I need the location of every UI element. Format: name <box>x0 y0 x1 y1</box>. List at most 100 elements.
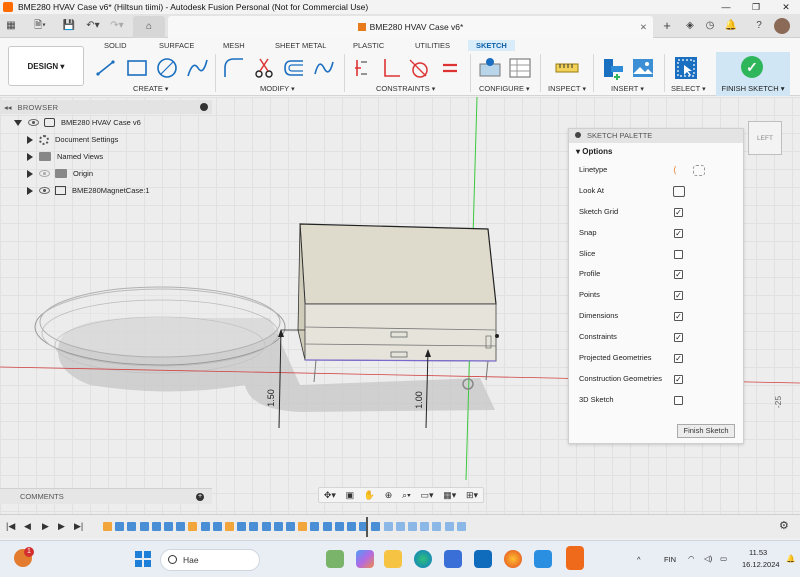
timeline-feature-icon[interactable] <box>164 522 173 531</box>
timeline-marker[interactable] <box>366 517 368 537</box>
viewports-icon[interactable]: ⊞▾ <box>466 490 478 501</box>
option-checkbox[interactable] <box>674 249 683 259</box>
finish-sketch-tool[interactable]: ✓ FINISH SKETCH ▾ <box>716 52 790 96</box>
option-checkbox[interactable]: ✓ <box>674 374 683 384</box>
timeline-feature-icon[interactable] <box>115 522 125 531</box>
timeline-feature-icon[interactable] <box>127 522 137 531</box>
timeline-settings-gear-icon[interactable]: ⚙ <box>779 519 789 532</box>
volume-icon[interactable]: ◁) <box>704 554 712 563</box>
fusion-taskbar-icon[interactable] <box>566 546 584 570</box>
look-at-icon[interactable] <box>673 185 685 197</box>
file-menu-icon[interactable]: 🗎▾ <box>30 18 50 34</box>
browser-header[interactable]: ◂◂ BROWSER <box>0 100 212 114</box>
timeline-feature-icon[interactable] <box>432 522 442 531</box>
grid-settings-icon[interactable]: ▦▾ <box>443 490 456 501</box>
measure-tool-icon[interactable] <box>555 56 579 80</box>
timeline-play-icon[interactable]: ▶ <box>42 521 49 532</box>
widgets-icon[interactable] <box>326 550 344 568</box>
zoom-window-icon[interactable]: ⌕▾ <box>402 490 411 501</box>
maximize-button[interactable]: ❐ <box>742 0 770 14</box>
visibility-eye-icon[interactable] <box>39 170 50 177</box>
fillet-tool-icon[interactable] <box>222 56 246 80</box>
outlook-icon[interactable] <box>474 550 492 568</box>
select-tool-icon[interactable] <box>674 56 698 80</box>
timeline-feature-icon[interactable] <box>334 522 344 531</box>
zoom-icon[interactable]: ⊕ <box>385 490 393 501</box>
timeline-feature-icon[interactable] <box>408 522 417 531</box>
curve-tool-icon[interactable] <box>312 56 336 80</box>
edge-browser-icon[interactable] <box>414 550 432 568</box>
option-checkbox[interactable]: ✓ <box>674 291 683 301</box>
timeline-feature-icon[interactable] <box>420 522 430 531</box>
insert-derive-icon[interactable] <box>601 56 625 80</box>
timeline-feature-icon[interactable] <box>310 522 320 531</box>
home-tab[interactable]: ⌂ <box>133 16 165 38</box>
timeline-feature-icon[interactable] <box>273 522 283 531</box>
timeline-feature-icon[interactable] <box>286 522 295 531</box>
tab-solid[interactable]: SOLID <box>104 41 127 50</box>
options-section[interactable]: Options <box>569 143 743 160</box>
expand-arrow-icon[interactable] <box>27 186 33 195</box>
group-constraints[interactable]: CONSTRAINTS <box>376 84 435 93</box>
tree-item-document-settings[interactable]: Document Settings <box>0 131 212 148</box>
view-cube[interactable]: LEFT <box>748 121 782 155</box>
orbit-icon[interactable]: ✥▾ <box>324 490 336 501</box>
new-tab-icon[interactable]: + <box>660 18 674 34</box>
option-checkbox[interactable] <box>674 395 683 405</box>
copilot-icon[interactable] <box>356 550 374 568</box>
panel-minimize-icon[interactable] <box>200 103 208 111</box>
timeline-last-icon[interactable]: ▶| <box>74 521 83 532</box>
spline-tool-icon[interactable] <box>185 56 209 80</box>
tree-root[interactable]: BME280 HVAV Case v6 <box>0 114 212 131</box>
configure-table-icon[interactable] <box>508 56 532 80</box>
notification-bell-icon[interactable]: 🔔 <box>786 554 795 563</box>
rectangle-tool-icon[interactable] <box>125 56 149 80</box>
parameters-icon[interactable] <box>478 56 502 80</box>
comments-panel[interactable]: COMMENTS + <box>0 488 212 504</box>
job-status-icon[interactable]: ◷ <box>703 18 717 34</box>
help-icon[interactable]: ? <box>752 18 766 34</box>
construction-linetype-icon[interactable]: ⟨ <box>673 165 685 176</box>
option-checkbox[interactable]: ✓ <box>674 354 683 364</box>
group-select[interactable]: SELECT <box>671 84 706 93</box>
windows-start-icon[interactable] <box>135 551 151 567</box>
user-avatar[interactable] <box>774 18 790 34</box>
timeline-feature-icon[interactable] <box>200 522 210 531</box>
option-checkbox[interactable]: ✓ <box>674 333 683 343</box>
close-tab-icon[interactable]: ✕ <box>640 16 647 38</box>
tab-surface[interactable]: SURFACE <box>159 41 194 50</box>
app-c-icon[interactable] <box>534 550 552 568</box>
tab-mesh[interactable]: MESH <box>223 41 245 50</box>
group-configure[interactable]: CONFIGURE <box>479 84 529 93</box>
palette-header[interactable]: SKETCH PALETTE <box>569 129 743 143</box>
timeline-next-icon[interactable]: ▶ <box>58 521 65 532</box>
option-checkbox[interactable]: ✓ <box>674 228 683 238</box>
timeline-feature-icon[interactable] <box>444 522 454 531</box>
document-tab[interactable]: BME280 HVAV Case v6* ✕ <box>168 16 653 38</box>
timeline-feature-icon[interactable] <box>188 522 198 531</box>
collapse-arrows-icon[interactable]: ◂◂ <box>4 103 12 112</box>
trim-scissors-icon[interactable] <box>252 56 276 80</box>
close-button[interactable]: ✕ <box>772 0 800 14</box>
timeline-feature-icon[interactable] <box>176 522 186 531</box>
notifications-icon[interactable]: 🔔 <box>724 18 738 34</box>
pan-icon[interactable]: ✋ <box>364 490 375 501</box>
option-checkbox[interactable]: ✓ <box>674 270 683 280</box>
save-icon[interactable]: 💾 <box>62 18 76 34</box>
equal-constraint-icon[interactable] <box>438 56 462 80</box>
clock-date[interactable]: 16.12.2024 <box>742 560 780 569</box>
group-modify[interactable]: MODIFY <box>260 84 295 93</box>
timeline-feature-icon[interactable] <box>371 522 381 531</box>
expand-arrow-icon[interactable] <box>27 135 33 144</box>
tab-utilities[interactable]: UTILITIES <box>415 41 450 50</box>
tree-item-named-views[interactable]: Named Views <box>0 148 212 165</box>
timeline-feature-icon[interactable] <box>261 522 271 531</box>
extensions-icon[interactable]: ◈ <box>683 18 697 34</box>
clock-time[interactable]: 11.53 <box>749 548 767 557</box>
dimension-left[interactable]: 1.50 <box>266 389 276 407</box>
timeline-feature-icon[interactable] <box>456 522 466 531</box>
undo-icon[interactable]: ↶▾ <box>84 18 102 34</box>
coincident-constraint-icon[interactable] <box>380 56 404 80</box>
tab-sketch[interactable]: SKETCH <box>468 40 515 51</box>
battery-icon[interactable]: ▭ <box>720 554 727 563</box>
